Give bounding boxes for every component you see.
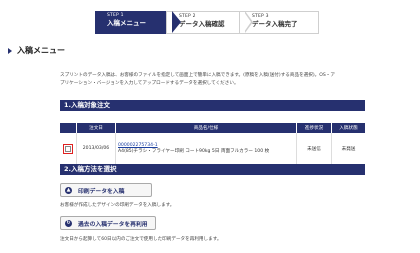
orders-table: 注文日 商品名/仕様 進捗状況 入稿状態 2013/03/06 00000227… bbox=[60, 123, 365, 165]
step-2-label: データ入稿確認 bbox=[179, 20, 225, 28]
col-header-date: 注文日 bbox=[76, 123, 116, 133]
reuse-past-data-button[interactable]: ↻ 過去の入稿データを再利用 bbox=[60, 216, 156, 230]
section-header-method: 2.入稿方法を選択 bbox=[60, 164, 365, 175]
chevron-right-icon bbox=[8, 47, 12, 54]
step-bar: STEP 1 入稿メニュー STEP 2 データ入稿確認 STEP 3 データ入… bbox=[0, 0, 420, 42]
step-1-label: 入稿メニュー bbox=[107, 19, 146, 27]
product-spec: A4(85)チラシ・フライヤー印刷 コート90kg 5日 両面フルカラー 100… bbox=[118, 149, 270, 154]
intro-text: スプリントのデータ入稿は、お客様のファイルを指定して画面上で簡単に入稿できます。… bbox=[60, 72, 380, 88]
table-header-row: 注文日 商品名/仕様 進捗状況 入稿状態 bbox=[60, 123, 365, 133]
intro-line: プリケーション・バージョンを入力してアップロードするデータを選択してください。 bbox=[60, 81, 239, 86]
col-header-status: 入稿状態 bbox=[331, 123, 365, 133]
page-title-text: 入稿メニュー bbox=[17, 46, 65, 55]
col-header-product: 商品名/仕様 bbox=[115, 123, 297, 133]
progress-status: 未送信 bbox=[296, 133, 332, 165]
upload-print-data-note: お客様が作成したデザインの印刷データを入稿します。 bbox=[60, 203, 175, 208]
step-3-label: データ入稿完了 bbox=[252, 20, 298, 28]
reuse-past-data-note: 注文日から起算して60日以内のご注文で使用した印刷データを再利用します。 bbox=[60, 237, 222, 242]
step-arrow-icon bbox=[172, 11, 181, 33]
col-header-progress: 進捗状況 bbox=[296, 123, 332, 133]
reuse-past-data-label: 過去の入稿データを再利用 bbox=[78, 221, 148, 228]
page-title: 入稿メニュー bbox=[8, 45, 65, 56]
refresh-icon: ↻ bbox=[65, 219, 72, 227]
col-header-select bbox=[60, 123, 77, 133]
select-cell bbox=[60, 133, 77, 165]
row-select-checkbox[interactable] bbox=[65, 145, 71, 152]
product-cell: 000002275734-1 A4(85)チラシ・フライヤー印刷 コート90kg… bbox=[115, 133, 297, 165]
upload-icon: ▲ bbox=[65, 186, 72, 194]
upload-print-data-button[interactable]: ▲ 印刷データを入稿 bbox=[60, 183, 152, 197]
order-date: 2013/03/06 bbox=[76, 133, 116, 165]
table-row: 2013/03/06 000002275734-1 A4(85)チラシ・フライヤ… bbox=[60, 133, 365, 165]
row-select-highlight[interactable] bbox=[63, 143, 73, 154]
section-header-orders: 1.入稿対象注文 bbox=[60, 100, 365, 111]
step-arrow-fill bbox=[244, 12, 251, 32]
upload-status: 未発送 bbox=[331, 133, 365, 165]
intro-line: スプリントのデータ入稿は、お客様のファイルを指定して画面上で簡単に入稿できます。… bbox=[60, 73, 335, 78]
step-1: STEP 1 入稿メニュー bbox=[95, 11, 173, 34]
upload-print-data-label: 印刷データを入稿 bbox=[78, 188, 125, 195]
